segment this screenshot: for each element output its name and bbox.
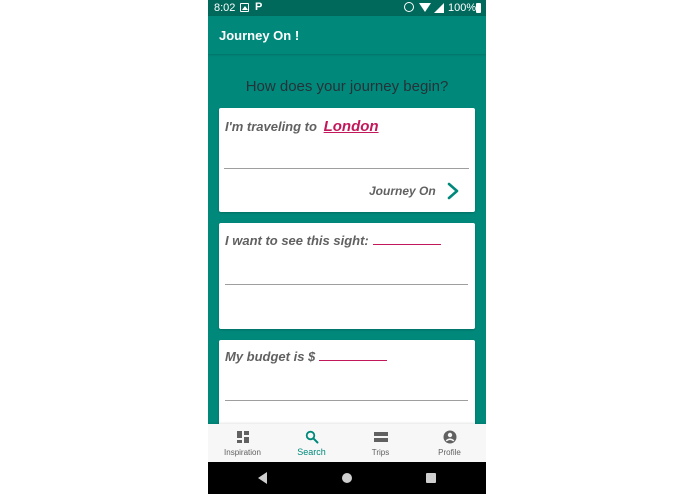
destination-input[interactable] (224, 168, 469, 169)
system-navigation-bar (208, 462, 486, 494)
nav-label-trips: Trips (371, 448, 390, 457)
budget-blank[interactable] (319, 360, 388, 361)
nav-label-inspiration: Inspiration (224, 448, 261, 457)
bottom-navigation: Inspiration Search Trips Profile (208, 424, 486, 462)
destination-prompt: I'm traveling to London (225, 118, 379, 135)
wifi-icon (419, 3, 431, 12)
destination-value-link[interactable]: London (324, 118, 379, 135)
chevron-right-icon[interactable] (445, 182, 461, 200)
nav-item-search[interactable]: Search (277, 424, 346, 462)
sight-prompt: I want to see this sight: (225, 233, 441, 248)
status-time: 8:02 (214, 2, 236, 14)
page-headline: How does your journey begin? (245, 78, 449, 95)
nav-label-search: Search (297, 447, 326, 457)
destination-prompt-label: I'm traveling to (225, 119, 317, 134)
budget-input[interactable] (225, 400, 468, 401)
sight-card: I want to see this sight: (219, 223, 475, 329)
sight-input[interactable] (225, 284, 468, 285)
budget-prompt: My budget is $ (225, 349, 388, 364)
sight-prompt-label: I want to see this sight: (225, 233, 369, 248)
app-bar: Journey On ! (208, 16, 486, 54)
status-bar: 8:02 P 100% (208, 0, 486, 16)
destination-card: I'm traveling to London Journey On (219, 108, 475, 212)
trips-icon (374, 432, 388, 442)
battery-percentage: 100% (448, 2, 477, 14)
phone-screen: 8:02 P 100% Journey On ! How does your j… (208, 0, 486, 494)
nav-item-profile[interactable]: Profile (415, 424, 484, 462)
p-icon: P (255, 1, 263, 13)
nav-item-inspiration[interactable]: Inspiration (208, 424, 277, 462)
back-icon[interactable] (258, 472, 267, 484)
home-icon[interactable] (342, 473, 352, 483)
dashboard-icon (237, 431, 249, 443)
recents-icon[interactable] (426, 473, 436, 483)
signal-icon (434, 3, 444, 13)
budget-card: My budget is $ (219, 340, 475, 435)
alarm-icon (404, 2, 414, 12)
budget-prompt-label: My budget is $ (225, 349, 316, 364)
nav-item-trips[interactable]: Trips (346, 424, 415, 462)
nav-label-profile: Profile (438, 448, 461, 457)
battery-icon (476, 3, 481, 13)
journey-on-button-label[interactable]: Journey On (369, 184, 436, 198)
profile-icon (443, 430, 457, 444)
search-icon (305, 430, 319, 444)
app-title: Journey On ! (219, 28, 300, 43)
sight-blank[interactable] (372, 244, 441, 245)
image-icon (240, 3, 249, 12)
